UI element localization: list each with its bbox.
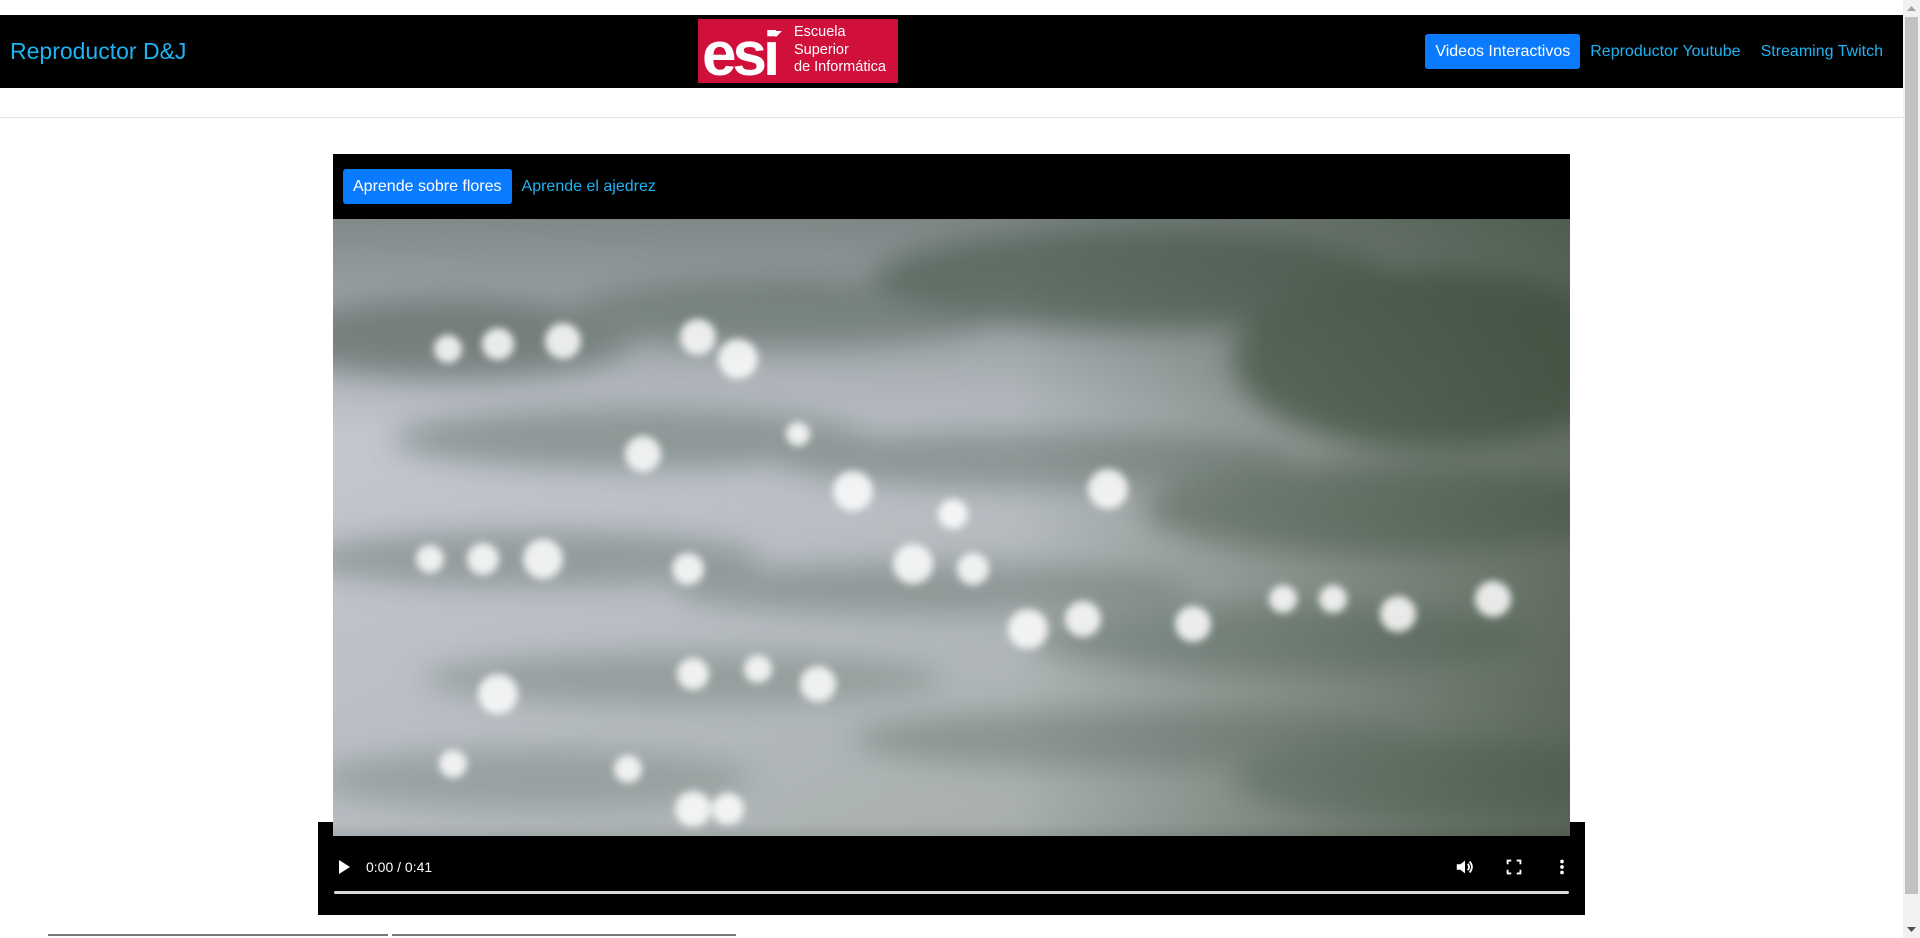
header-divider [0, 117, 1903, 118]
video-frame [333, 219, 1570, 836]
video-tabs: Aprende sobre flores Aprende el ajedrez [343, 169, 666, 204]
volume-icon[interactable] [1454, 856, 1476, 878]
logo-letters: esi [702, 20, 776, 83]
nav-link-streaming-twitch[interactable]: Streaming Twitch [1751, 34, 1893, 69]
play-icon[interactable] [334, 857, 354, 877]
nav-links: Videos Interactivos Reproductor Youtube … [1425, 34, 1893, 69]
nav-link-videos-interactivos[interactable]: Videos Interactivos [1425, 34, 1581, 69]
logo-line-2: Superior [794, 41, 849, 58]
bottom-edge-mark [48, 934, 388, 936]
navbar: Reproductor D&J esi Escuela Superior de … [0, 15, 1903, 88]
tab-aprende-sobre-flores[interactable]: Aprende sobre flores [343, 169, 512, 204]
page: Reproductor D&J esi Escuela Superior de … [0, 0, 1920, 938]
fullscreen-icon[interactable] [1503, 856, 1525, 878]
scroll-down-icon[interactable] [1903, 921, 1920, 938]
tab-aprende-el-ajedrez[interactable]: Aprende el ajedrez [512, 169, 666, 204]
video-controls: 0:00 / 0:41 [318, 846, 1585, 888]
bottom-edge-mark [392, 934, 736, 936]
player-tab-bar: Aprende sobre flores Aprende el ajedrez [333, 154, 1570, 219]
logo-line-1: Escuela [794, 24, 846, 40]
page-scrollbar[interactable] [1903, 0, 1920, 938]
more-options-icon[interactable] [1551, 856, 1573, 878]
nav-link-reproductor-youtube[interactable]: Reproductor Youtube [1580, 34, 1750, 69]
scroll-thumb[interactable] [1905, 17, 1918, 894]
esi-logo: esi Escuela Superior de Informática [698, 19, 898, 83]
time-display: 0:00 / 0:41 [366, 859, 433, 875]
logo-text: Escuela Superior de Informática [794, 24, 886, 77]
video-player[interactable] [333, 219, 1570, 836]
brand-link[interactable]: Reproductor D&J [10, 15, 186, 88]
progress-bar[interactable] [334, 891, 1569, 894]
logo-line-3: de Informática [794, 59, 886, 75]
scroll-up-icon[interactable] [1903, 0, 1920, 17]
